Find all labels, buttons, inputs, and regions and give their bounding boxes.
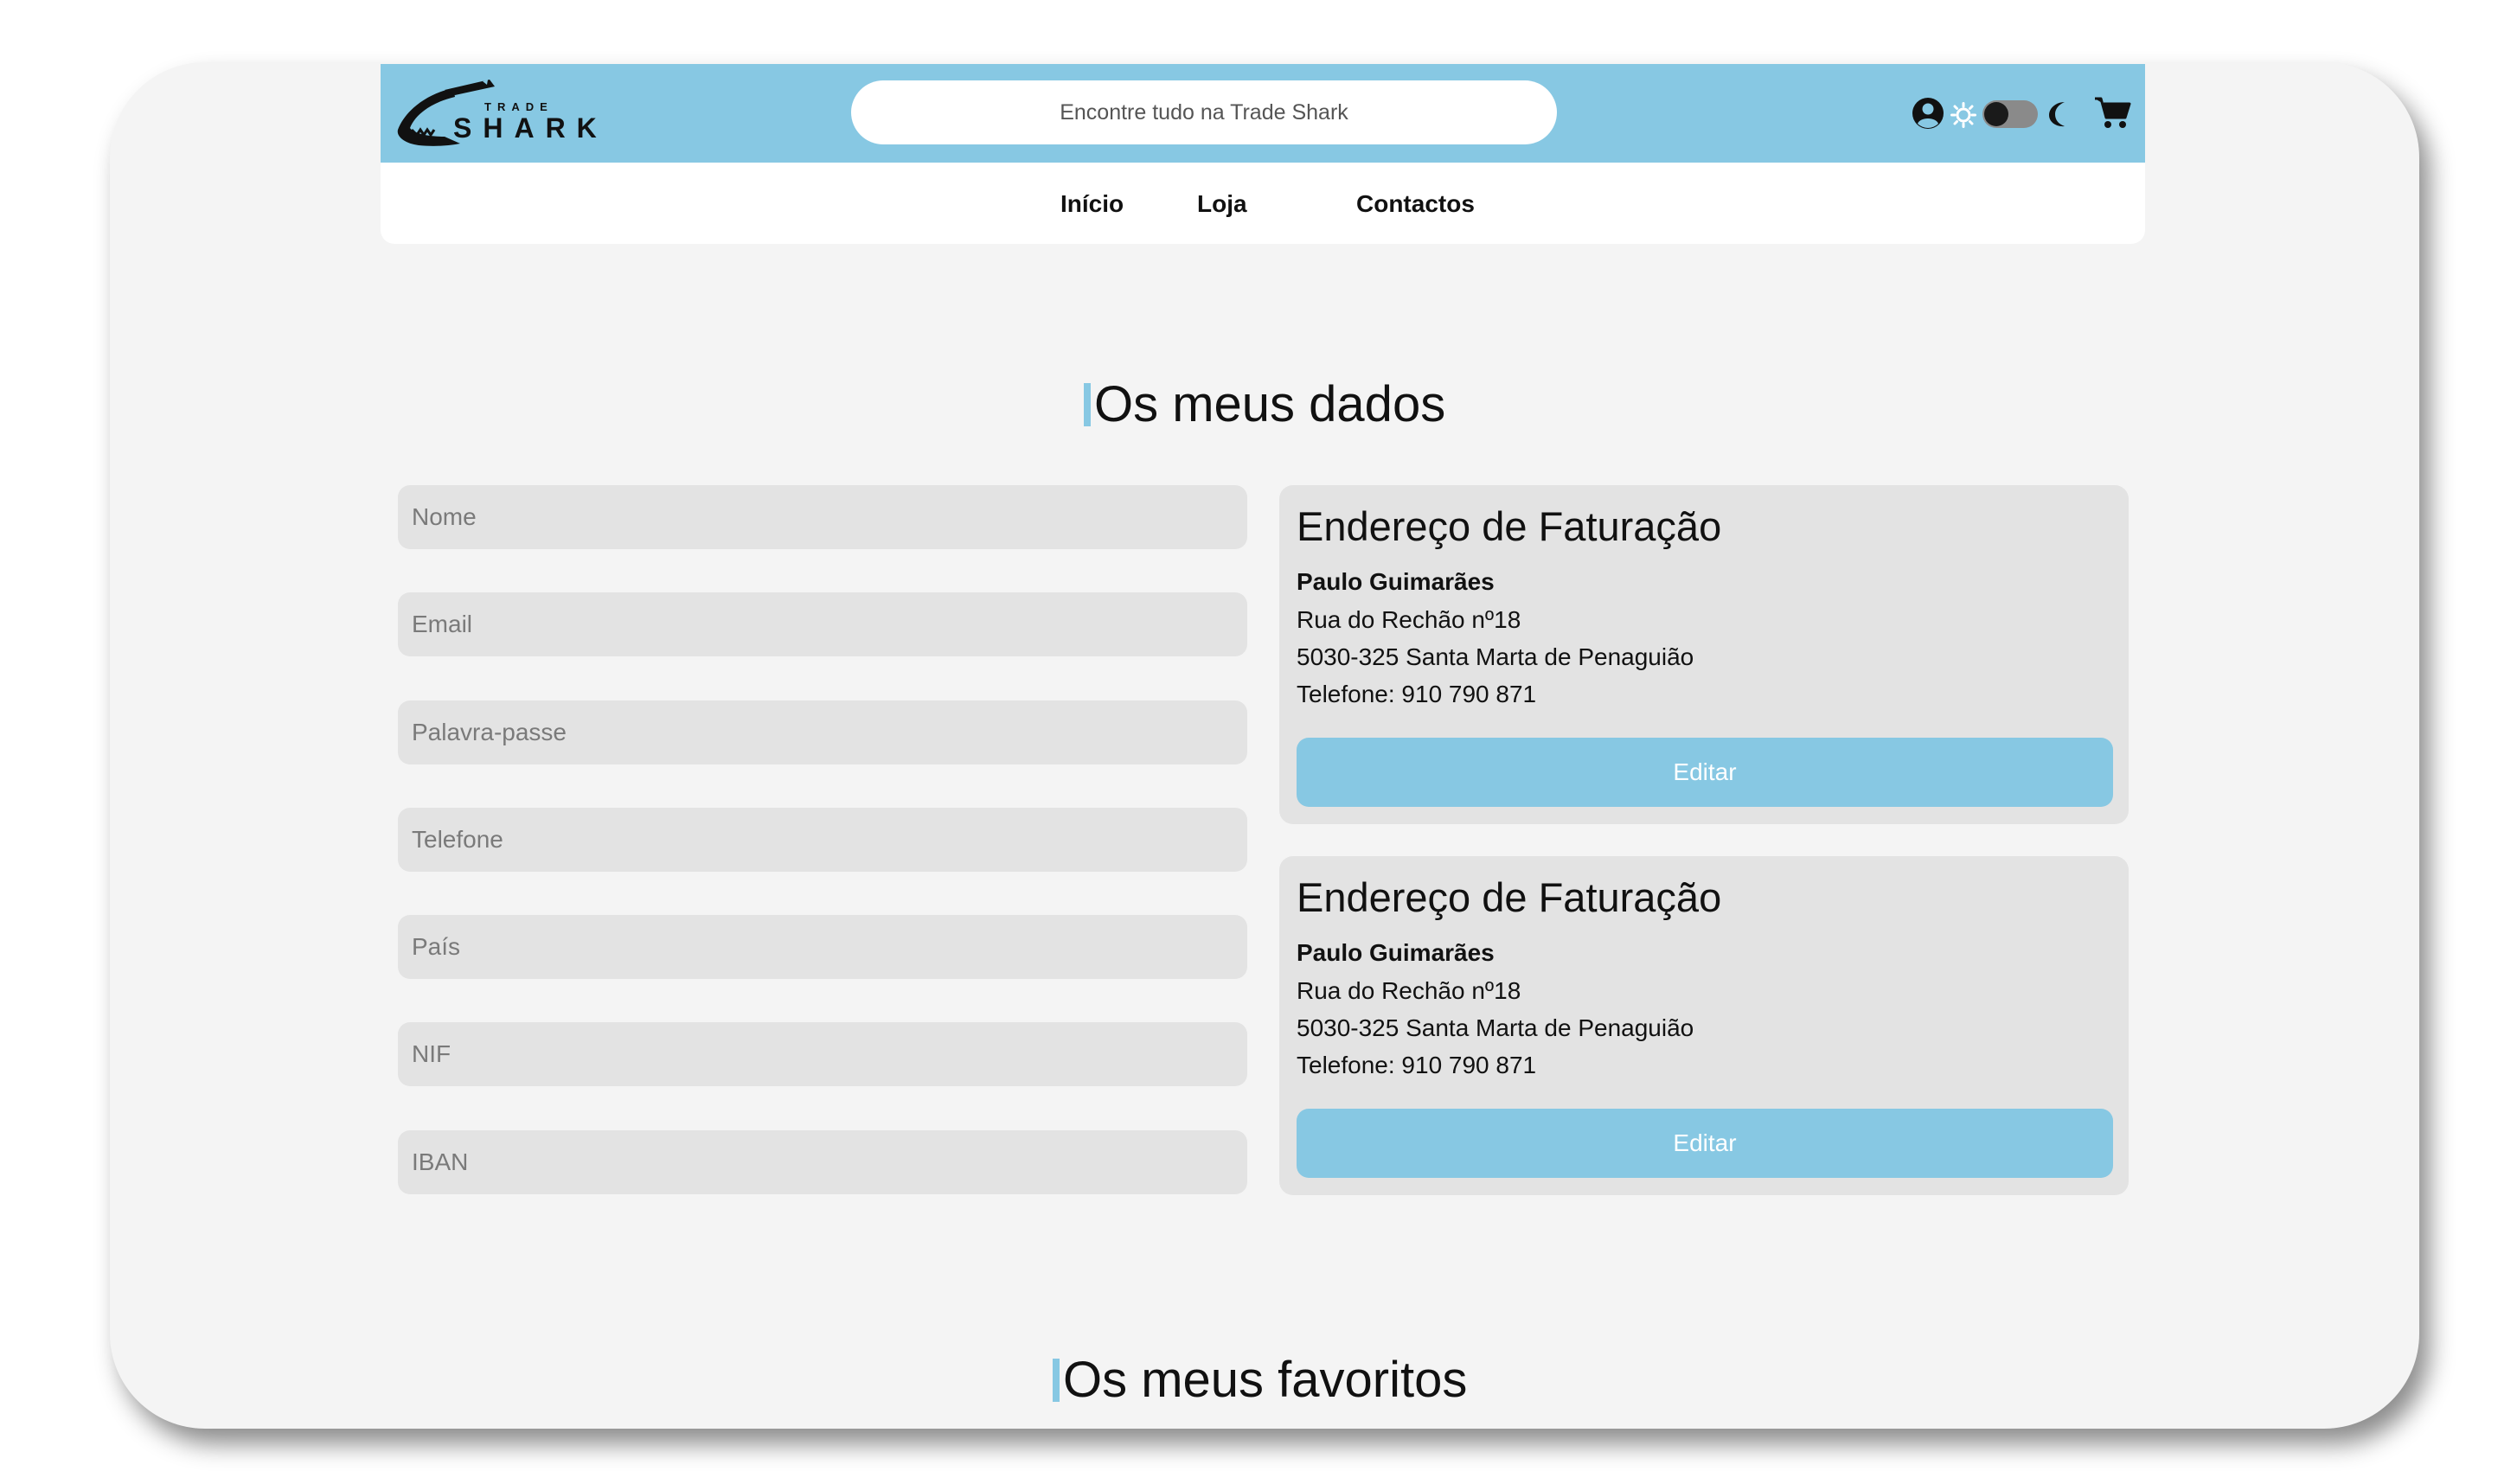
main-nav: Início Loja Contactos (381, 163, 2145, 244)
password-field[interactable] (398, 700, 1247, 764)
card-name: Paulo Guimarães (1297, 939, 1495, 966)
favorites-title: Os meus favoritos (1063, 1352, 1468, 1408)
nav-item-loja[interactable]: Loja (1197, 190, 1247, 218)
card-name: Paulo Guimarães (1297, 568, 1495, 595)
edit-button[interactable]: Editar (1297, 738, 2113, 807)
my-data-heading: Os meus dados (1084, 375, 1445, 433)
billing-address-card: Endereço de Faturação Paulo Guimarães Ru… (1279, 485, 2129, 824)
favorites-heading: Os meus favoritos (1053, 1351, 1467, 1409)
logo-shark-text: SHARK (453, 112, 608, 144)
card-title: Endereço de Faturação (1297, 874, 1722, 920)
name-field[interactable] (398, 485, 1247, 549)
sun-icon[interactable] (1950, 102, 1976, 128)
email-field[interactable] (398, 592, 1247, 656)
site-header: TRADE SHARK (381, 64, 2145, 163)
theme-toggle-knob (1984, 102, 2008, 126)
card-title: Endereço de Faturação (1297, 503, 1722, 549)
billing-address-card: Endereço de Faturação Paulo Guimarães Ru… (1279, 856, 2129, 1195)
nif-field[interactable] (398, 1022, 1247, 1086)
card-city: 5030-325 Santa Marta de Penaguião (1297, 1014, 1694, 1041)
theme-toggle[interactable] (1982, 100, 2038, 128)
heading-accent-bar (1053, 1359, 1060, 1402)
account-icon[interactable] (1912, 97, 1944, 130)
card-street: Rua do Rechão nº18 (1297, 977, 1521, 1004)
my-data-title: Os meus dados (1094, 376, 1446, 432)
moon-icon[interactable] (2046, 100, 2072, 128)
cart-icon[interactable] (2093, 95, 2131, 130)
card-phone: Telefone: 910 790 871 (1297, 681, 1537, 707)
card-street: Rua do Rechão nº18 (1297, 606, 1521, 633)
iban-field[interactable] (398, 1130, 1247, 1194)
nav-item-inicio[interactable]: Início (1060, 190, 1124, 218)
phone-field[interactable] (398, 808, 1247, 872)
heading-accent-bar (1084, 383, 1091, 426)
edit-button[interactable]: Editar (1297, 1109, 2113, 1178)
search-input[interactable] (851, 80, 1557, 144)
card-phone: Telefone: 910 790 871 (1297, 1052, 1537, 1078)
card-city: 5030-325 Santa Marta de Penaguião (1297, 643, 1694, 670)
trade-shark-logo[interactable]: TRADE SHARK (393, 76, 597, 152)
nav-item-contactos[interactable]: Contactos (1356, 190, 1475, 218)
browser-viewport: TRADE SHARK Encontre tudo na Trade Shark… (110, 62, 2419, 1429)
logo-trade-text: TRADE (484, 100, 554, 113)
country-field[interactable] (398, 915, 1247, 979)
